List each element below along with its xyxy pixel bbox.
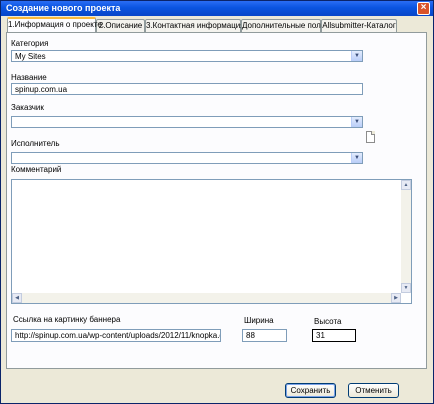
width-input[interactable]: 88: [242, 329, 287, 342]
tab-panel: Категория My Sites ▼ Название spinup.com…: [6, 32, 427, 369]
dialog-window: Создание нового проекта × 1.Информация о…: [0, 0, 434, 404]
close-icon: ×: [420, 2, 427, 13]
executor-label: Исполнитель: [11, 139, 60, 148]
width-label: Ширина: [244, 316, 274, 325]
chevron-down-icon[interactable]: ▼: [351, 117, 362, 127]
height-value: 31: [316, 331, 325, 340]
save-button[interactable]: Сохранить: [285, 383, 336, 398]
customer-label: Заказчик: [11, 103, 44, 112]
banner-url-input[interactable]: http://spinup.com.ua/wp-content/uploads/…: [11, 329, 221, 342]
category-value: My Sites: [15, 52, 46, 61]
horizontal-scrollbar[interactable]: ◀ ▶: [12, 293, 401, 303]
tab-label: Allsubmitter-Каталог: [322, 21, 396, 30]
category-label: Категория: [11, 39, 49, 48]
save-button-label: Сохранить: [290, 386, 331, 395]
scroll-left-icon[interactable]: ◀: [12, 293, 22, 303]
name-label: Название: [11, 73, 47, 82]
comment-label: Комментарий: [11, 165, 62, 174]
close-button[interactable]: ×: [417, 2, 430, 15]
height-input[interactable]: 31: [312, 329, 356, 342]
title-bar[interactable]: Создание нового проекта ×: [1, 1, 433, 16]
executor-select[interactable]: ▼: [11, 152, 363, 164]
tab-additional-fields[interactable]: Дополнительные поля: [241, 19, 325, 32]
banner-url-value: http://spinup.com.ua/wp-content/uploads/…: [15, 331, 221, 340]
tab-project-info[interactable]: 1.Информация о проекте.: [7, 17, 104, 32]
category-select[interactable]: My Sites ▼: [11, 50, 363, 62]
cancel-button-label: Отменить: [355, 386, 392, 395]
customer-select[interactable]: ▼: [11, 116, 363, 128]
scroll-down-icon[interactable]: ▼: [401, 283, 411, 293]
height-label: Высота: [314, 317, 342, 326]
chevron-down-icon[interactable]: ▼: [351, 51, 362, 61]
tab-label: 3.Контактная информация: [146, 21, 245, 30]
tab-label: 2.Описание: [98, 21, 143, 30]
tab-label: Дополнительные поля: [242, 21, 326, 30]
cancel-button[interactable]: Отменить: [348, 383, 399, 398]
width-value: 88: [246, 331, 255, 340]
tab-label: 1.Информация о проекте.: [8, 20, 105, 29]
comment-textarea[interactable]: ▲ ▼ ◀ ▶: [11, 179, 412, 304]
scroll-right-icon[interactable]: ▶: [391, 293, 401, 303]
scroll-up-icon[interactable]: ▲: [401, 180, 411, 190]
tab-allsubmitter-catalog[interactable]: Allsubmitter-Каталог: [321, 19, 397, 32]
name-input[interactable]: spinup.com.ua: [11, 83, 363, 95]
new-document-icon[interactable]: [366, 131, 375, 143]
chevron-down-icon[interactable]: ▼: [351, 153, 362, 163]
window-title: Создание нового проекта: [6, 3, 121, 13]
tab-contact-info[interactable]: 3.Контактная информация: [145, 19, 245, 32]
name-value: spinup.com.ua: [15, 85, 68, 94]
vertical-scrollbar[interactable]: ▲ ▼: [401, 180, 411, 293]
banner-url-label: Ссылка на картинку баннера: [13, 315, 121, 324]
